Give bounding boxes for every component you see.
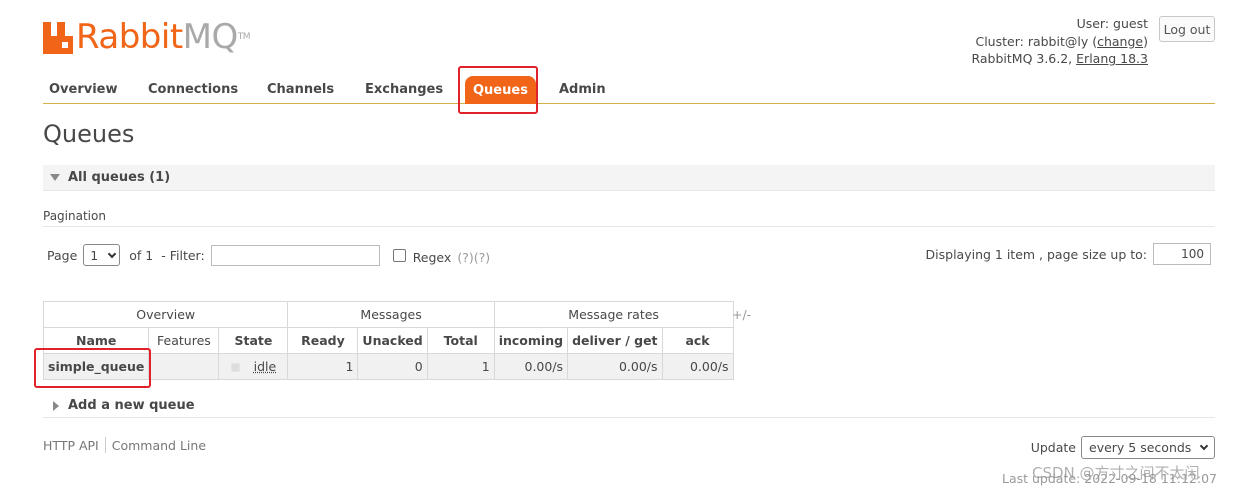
tab-overview[interactable]: Overview <box>49 74 118 104</box>
column-header-incoming[interactable]: incoming <box>493 327 569 354</box>
column-header-ready[interactable]: Ready <box>287 327 359 354</box>
add-queue-title: Add a new queue <box>68 398 195 413</box>
page-select-value: 1 <box>90 247 99 263</box>
page-label: Page <box>47 247 78 263</box>
logo-tm-text: TM <box>237 32 251 42</box>
queue-ack-rate: 0.00/s <box>661 353 734 380</box>
tab-connections[interactable]: Connections <box>148 74 238 104</box>
pagination-divider <box>43 226 1215 227</box>
page-select[interactable]: 1 <box>83 244 121 266</box>
column-header-state[interactable]: State <box>218 327 289 354</box>
update-label: Update <box>1030 440 1076 455</box>
collapse-triangle-icon <box>50 174 60 181</box>
group-header-overview: Overview <box>42 301 289 328</box>
update-controls: Update every 5 seconds <box>1031 436 1215 459</box>
chevron-down-icon <box>1199 441 1209 451</box>
logo-mq-text: MQ <box>182 17 239 57</box>
queues-tab-highlight-box <box>458 66 538 114</box>
csdn-watermark: CSDN @方寸之间不太闲 <box>1032 464 1200 482</box>
change-cluster-link[interactable]: change <box>1097 34 1143 49</box>
main-nav-tabs: Overview Connections Channels Exchanges … <box>43 74 1215 104</box>
queue-state: idle <box>253 359 277 374</box>
group-header-messages: Messages <box>287 301 495 328</box>
version-line: RabbitMQ 3.6.2, Erlang 18.3 <box>971 50 1148 68</box>
filter-label: - Filter: <box>161 247 205 263</box>
add-queue-section-toggle[interactable]: Add a new queue <box>43 394 1215 418</box>
footer-separator <box>104 437 106 453</box>
pagination-controls: Page 1 of 1 - Filter: Regex (?)(?) <box>47 244 490 266</box>
group-header-message-rates: Message rates <box>493 301 734 328</box>
page-count-text: of 1 <box>129 247 154 263</box>
column-header-features: Features <box>148 327 220 354</box>
queue-deliver-get-rate: 0.00/s <box>567 353 663 380</box>
rabbit-logo-icon <box>43 22 73 54</box>
queue-state-cell: idle <box>218 353 289 380</box>
cluster-value: rabbit@ly <box>1027 33 1089 49</box>
all-queues-title: All queues (1) <box>68 170 171 185</box>
filter-input[interactable] <box>210 244 380 266</box>
tab-exchanges[interactable]: Exchanges <box>365 74 443 104</box>
cluster-line: Cluster: rabbit@ly (change) <box>975 33 1148 49</box>
login-info: User: guest Cluster: rabbit@ly (change) … <box>971 15 1148 68</box>
column-header-deliver-get[interactable]: deliver / get <box>567 327 663 354</box>
footer-links: HTTP API Command Line <box>43 437 206 453</box>
tab-channels[interactable]: Channels <box>267 74 334 104</box>
queue-total: 1 <box>426 353 495 380</box>
page-size-controls: Displaying 1 item , page size up to: 100 <box>926 243 1211 265</box>
http-api-link[interactable]: HTTP API <box>43 438 99 453</box>
tab-admin[interactable]: Admin <box>559 74 606 104</box>
column-header-total[interactable]: Total <box>426 327 495 354</box>
chevron-down-icon <box>108 249 117 258</box>
all-queues-section-toggle[interactable]: All queues (1) <box>43 165 1215 191</box>
queue-features <box>148 353 220 380</box>
regex-label: Regex <box>412 249 452 265</box>
queue-ready: 1 <box>287 353 359 380</box>
queue-incoming-rate: 0.00/s <box>493 353 569 380</box>
queue-unacked: 0 <box>357 353 428 380</box>
logout-button[interactable]: Log out <box>1159 16 1215 42</box>
user-label: User: <box>1076 16 1110 31</box>
pagination-label: Pagination <box>43 209 106 223</box>
update-interval-value: every 5 seconds <box>1089 440 1192 455</box>
rabbitmq-version: RabbitMQ 3.6.2, <box>971 51 1073 66</box>
toggle-columns-link[interactable]: +/- <box>732 307 751 322</box>
column-header-ack[interactable]: ack <box>661 327 734 354</box>
page-title: Queues <box>43 120 135 148</box>
user-line: User: guest <box>971 15 1148 33</box>
state-indicator-icon <box>230 363 240 372</box>
column-header-unacked[interactable]: Unacked <box>357 327 428 354</box>
rabbitmq-logo[interactable]: RabbitMQTM <box>43 16 251 57</box>
logo-text: RabbitMQTM <box>76 17 251 57</box>
cluster-label: Cluster: <box>975 33 1024 49</box>
page-size-input[interactable]: 100 <box>1153 243 1211 265</box>
queue-name-highlight-box <box>34 348 151 388</box>
user-value: guest <box>1113 16 1148 31</box>
regex-help-links[interactable]: (?)(?) <box>457 250 490 265</box>
table-group-header-row: Overview Messages Message rates <box>42 301 734 328</box>
logo-rabbit-text: Rabbit <box>76 17 183 57</box>
displaying-text: Displaying 1 item , page size up to: <box>925 246 1147 262</box>
regex-checkbox[interactable] <box>392 248 406 262</box>
erlang-version[interactable]: Erlang 18.3 <box>1076 51 1148 66</box>
command-line-link[interactable]: Command Line <box>112 438 206 453</box>
update-interval-select[interactable]: every 5 seconds <box>1081 436 1215 459</box>
expand-triangle-icon <box>53 400 59 411</box>
